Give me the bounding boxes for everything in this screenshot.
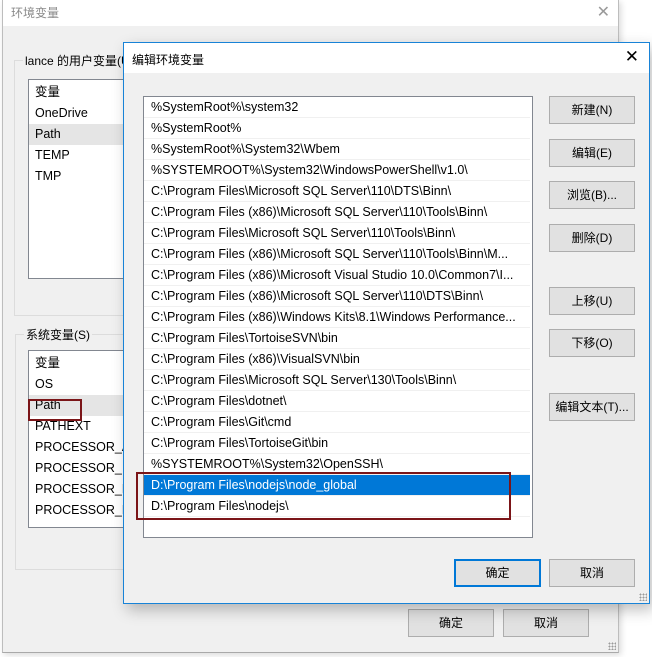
path-item[interactable]: C:\Program Files (x86)\Microsoft SQL Ser… [144,202,530,223]
ok-button[interactable]: 确定 [454,559,541,587]
close-icon[interactable]: ✕ [625,47,639,67]
system-vars-label: 系统变量(S) [24,326,92,343]
path-item[interactable]: %SYSTEMROOT%\System32\WindowsPowerShell\… [144,160,530,181]
path-item[interactable]: C:\Program Files (x86)\Microsoft Visual … [144,265,530,286]
path-item[interactable]: C:\Program Files\TortoiseSVN\bin [144,328,530,349]
user-vars-label: lance 的用户变量(U) [23,52,136,69]
path-item[interactable]: %SystemRoot%\system32 [144,97,530,118]
path-item[interactable]: C:\Program Files\Microsoft SQL Server\11… [144,181,530,202]
path-item[interactable]: %SystemRoot% [144,118,530,139]
path-item[interactable]: C:\Program Files (x86)\VisualSVN\bin [144,349,530,370]
path-item[interactable]: C:\Program Files\TortoiseGit\bin [144,433,530,454]
path-item[interactable]: D:\Program Files\nodejs\ [144,496,530,517]
resize-grip-icon[interactable] [639,593,647,601]
path-item[interactable]: C:\Program Files (x86)\Windows Kits\8.1\… [144,307,530,328]
resize-grip-icon[interactable] [608,642,616,650]
move-down-button[interactable]: 下移(O) [549,329,635,357]
path-list[interactable]: %SystemRoot%\system32 %SystemRoot% %Syst… [143,96,533,538]
dialog-title: 编辑环境变量 [132,53,205,67]
close-icon[interactable]: ✕ [597,2,610,22]
edit-text-button[interactable]: 编辑文本(T)... [549,393,635,421]
cancel-button[interactable]: 取消 [549,559,635,587]
move-up-button[interactable]: 上移(U) [549,287,635,315]
delete-button[interactable]: 删除(D) [549,224,635,252]
ok-button[interactable]: 确定 [408,609,494,637]
new-button[interactable]: 新建(N) [549,96,635,124]
dialog-title-bar: 编辑环境变量 ✕ [124,43,649,73]
path-item[interactable]: C:\Program Files\Git\cmd [144,412,530,433]
path-item[interactable]: %SYSTEMROOT%\System32\OpenSSH\ [144,454,530,475]
path-item[interactable]: C:\Program Files (x86)\Microsoft SQL Ser… [144,286,530,307]
path-item-selected[interactable]: D:\Program Files\nodejs\node_global [144,475,530,496]
window-title: 环境变量 [11,6,60,20]
path-item[interactable]: C:\Program Files\Microsoft SQL Server\13… [144,370,530,391]
path-item[interactable]: C:\Program Files\Microsoft SQL Server\11… [144,223,530,244]
edit-button[interactable]: 编辑(E) [549,139,635,167]
browse-button[interactable]: 浏览(B)... [549,181,635,209]
title-bar: 环境变量 ✕ [3,0,618,26]
cancel-button[interactable]: 取消 [503,609,589,637]
edit-environment-variable-dialog: 编辑环境变量 ✕ %SystemRoot%\system32 %SystemRo… [123,42,650,604]
path-item[interactable]: %SystemRoot%\System32\Wbem [144,139,530,160]
path-item[interactable]: C:\Program Files (x86)\Microsoft SQL Ser… [144,244,530,265]
path-item[interactable]: C:\Program Files\dotnet\ [144,391,530,412]
